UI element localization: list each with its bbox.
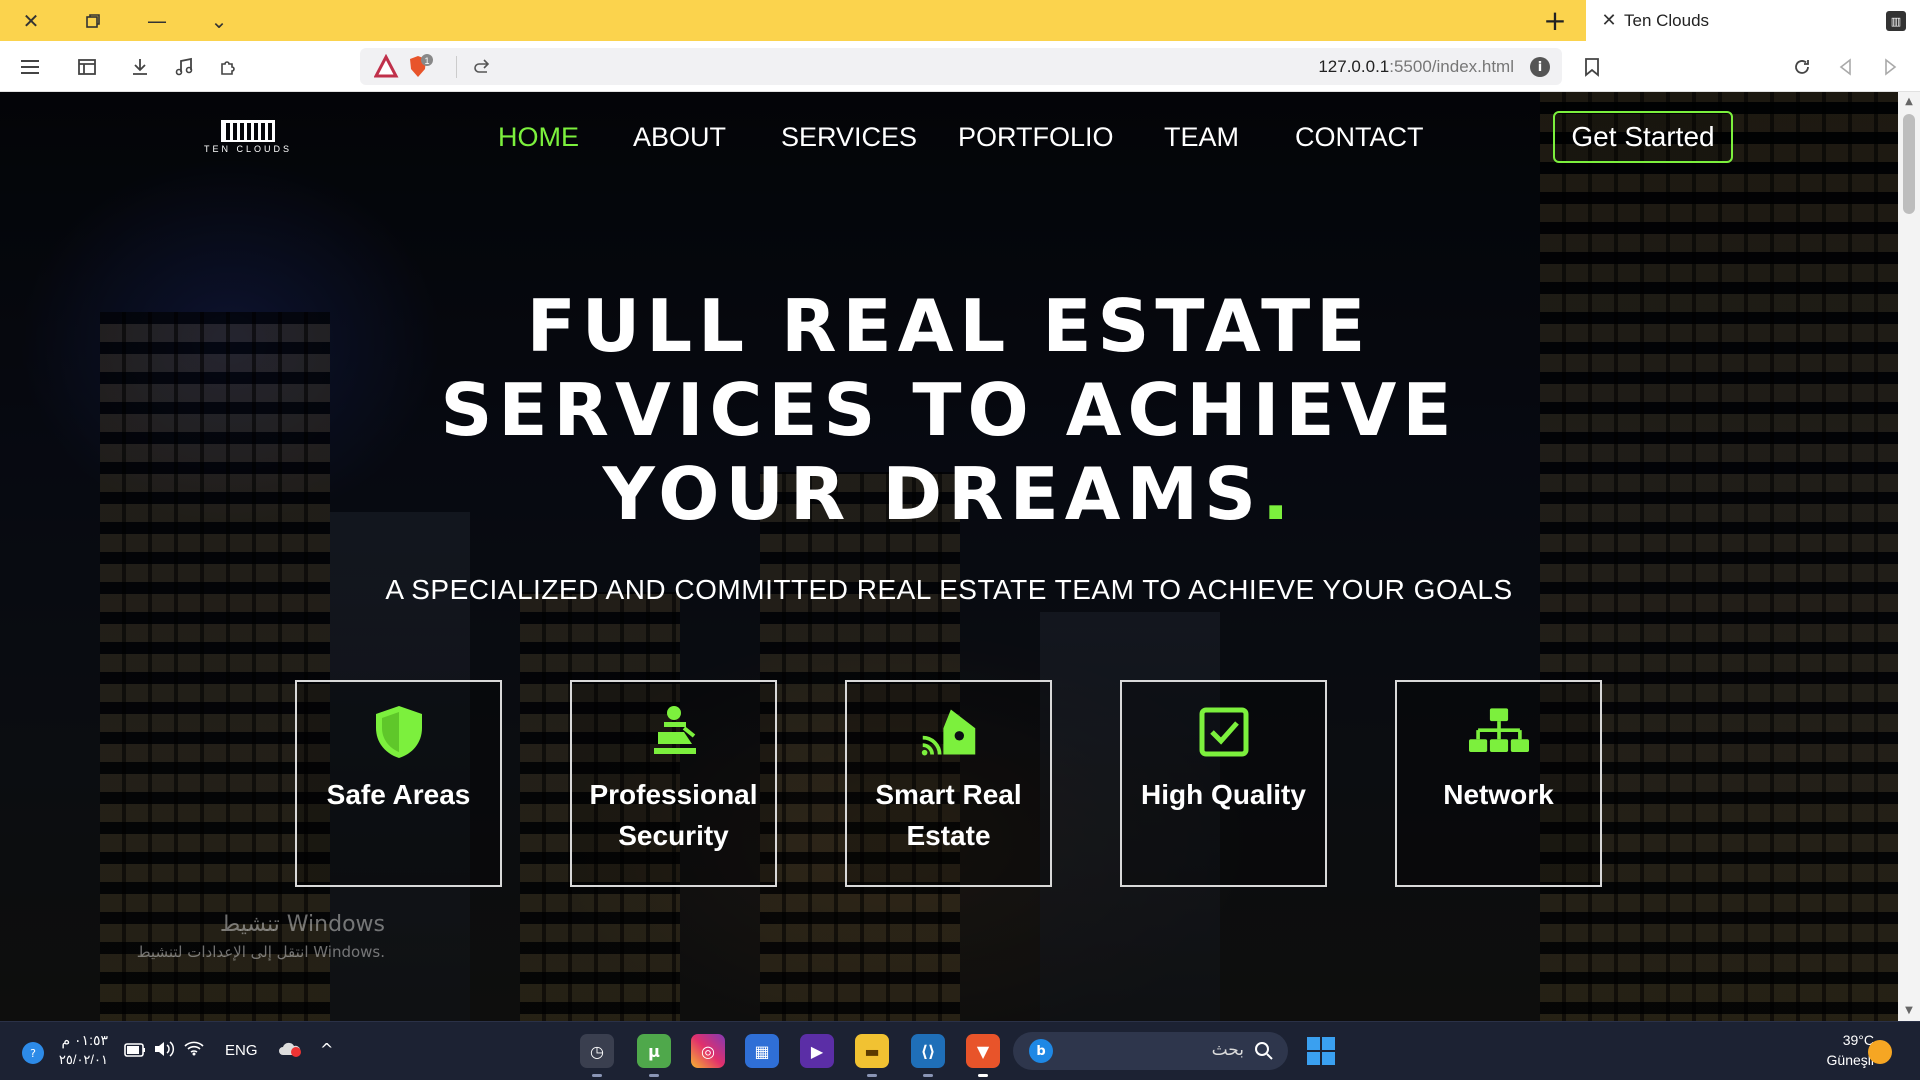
feature-card-professional-security[interactable]: Professional Security bbox=[570, 680, 777, 887]
restore-window-icon[interactable] bbox=[68, 0, 118, 41]
browser-toolbar: 1 127.0.0.1:5500/index.html i bbox=[0, 41, 1920, 92]
network-icon bbox=[1468, 704, 1529, 760]
feature-card-safe-areas[interactable]: Safe Areas bbox=[295, 680, 502, 887]
video-editor-icon[interactable]: ▶ bbox=[800, 1034, 834, 1068]
bookmark-icon[interactable] bbox=[1574, 49, 1610, 85]
scroll-up-icon[interactable]: ▲ bbox=[1903, 96, 1915, 108]
nav-portfolio[interactable]: PORTFOLIO bbox=[958, 122, 1114, 153]
wifi-icon[interactable] bbox=[184, 1040, 204, 1060]
clock-time[interactable]: ٠١:٥٣ م bbox=[54, 1032, 108, 1049]
nav-home[interactable]: HOME bbox=[498, 122, 579, 153]
volume-icon[interactable] bbox=[153, 1040, 175, 1062]
vscode-icon[interactable]: ⟨⟩ bbox=[911, 1034, 945, 1077]
hero-line-3: YOUR DREAMS bbox=[602, 452, 1262, 536]
scroll-thumb[interactable] bbox=[1903, 114, 1915, 214]
bing-icon: b bbox=[1029, 1039, 1053, 1063]
chevron-up-icon[interactable]: ^ bbox=[320, 1040, 333, 1059]
smart-home-icon bbox=[919, 704, 979, 760]
svg-text:1: 1 bbox=[424, 56, 429, 66]
browser-tab-strip: ✕ — ⌄ + ✕ Ten Clouds ▥ bbox=[0, 0, 1920, 41]
battery-icon[interactable] bbox=[124, 1042, 146, 1061]
download-icon[interactable] bbox=[122, 49, 158, 85]
windows-taskbar: ? ٠١:٥٣ م ٢٥/٠٢/٠١ ENG ^ ◷ µ ◎ ▦ ▶ ▬ ⟨⟩ … bbox=[0, 1021, 1920, 1080]
feature-label: High Quality bbox=[1141, 779, 1306, 810]
utorrent-icon[interactable]: µ bbox=[637, 1034, 671, 1077]
feature-label: Network bbox=[1443, 779, 1554, 810]
weather-temperature[interactable]: 39°C bbox=[1790, 1032, 1874, 1048]
shield-icon bbox=[369, 704, 429, 760]
watermark-line-2: انتقل إلى الإعدادات لتنشيط Windows. bbox=[136, 943, 385, 961]
url-path: :5500/index.html bbox=[1389, 57, 1514, 76]
windows-start-icon[interactable] bbox=[1306, 1036, 1336, 1070]
hero-title: FULL REAL ESTATE SERVICES TO ACHIEVE YOU… bbox=[0, 284, 1898, 536]
brave-browser-icon[interactable]: ▼ bbox=[966, 1034, 1000, 1077]
feature-label: Safe Areas bbox=[326, 779, 471, 810]
feature-card-smart-real-estate[interactable]: Smart Real Estate bbox=[845, 680, 1052, 887]
url-text: 127.0.0.1:5500/index.html bbox=[1318, 57, 1514, 77]
page-scrollbar[interactable]: ▲ ▼ bbox=[1898, 92, 1920, 1021]
running-indicator bbox=[649, 1074, 659, 1077]
music-icon[interactable] bbox=[166, 49, 202, 85]
nav-services[interactable]: SERVICES bbox=[781, 122, 917, 153]
running-indicator bbox=[592, 1074, 602, 1077]
search-placeholder: بحث bbox=[1211, 1040, 1244, 1060]
file-explorer-icon[interactable]: ▬ bbox=[855, 1034, 889, 1077]
forward-icon[interactable] bbox=[1872, 49, 1908, 85]
checkbox-icon bbox=[1194, 704, 1254, 760]
nav-contact[interactable]: CONTACT bbox=[1295, 122, 1424, 153]
onedrive-icon[interactable] bbox=[278, 1040, 302, 1062]
running-indicator bbox=[867, 1074, 877, 1077]
nav-team[interactable]: TEAM bbox=[1164, 122, 1239, 153]
plus-icon: + bbox=[1543, 4, 1567, 37]
feature-label: Smart Real Estate bbox=[875, 779, 1022, 851]
store-icon[interactable]: ▦ bbox=[745, 1034, 779, 1068]
info-icon[interactable]: i bbox=[1530, 57, 1550, 77]
hero-subtitle: A SPECIALIZED AND COMMITTED REAL ESTATE … bbox=[385, 574, 1513, 605]
feature-label: Professional Security bbox=[589, 779, 758, 851]
back-icon[interactable] bbox=[1828, 49, 1864, 85]
url-host: 127.0.0.1 bbox=[1318, 57, 1390, 76]
taskbar-search[interactable]: b بحث bbox=[1013, 1032, 1288, 1070]
running-indicator bbox=[923, 1074, 933, 1077]
menu-icon[interactable] bbox=[12, 49, 48, 85]
windows-activation-watermark: تنشيط Windows انتقل إلى الإعدادات لتنشيط… bbox=[95, 912, 385, 961]
sidebar-icon[interactable] bbox=[69, 49, 105, 85]
instagram-icon[interactable]: ◎ bbox=[691, 1034, 725, 1068]
hero-accent-dot: . bbox=[1262, 452, 1296, 536]
clock-date[interactable]: ٢٥/٠٢/٠١ bbox=[54, 1052, 108, 1068]
tab-title: Ten Clouds bbox=[1624, 10, 1710, 30]
hero-line-1: FULL REAL ESTATE bbox=[526, 284, 1372, 368]
feature-card-high-quality[interactable]: High Quality bbox=[1120, 680, 1327, 887]
close-tab-icon[interactable]: ✕ bbox=[1594, 10, 1624, 31]
extensions-icon[interactable] bbox=[210, 49, 246, 85]
clock-app-icon[interactable]: ◷ bbox=[580, 1034, 614, 1077]
security-guard-icon bbox=[644, 704, 704, 760]
close-window-icon[interactable]: ✕ bbox=[6, 0, 56, 41]
new-tab-button[interactable]: + bbox=[1532, 0, 1578, 41]
favicon-icon: ▥ bbox=[1886, 11, 1906, 31]
language-indicator[interactable]: ENG bbox=[225, 1042, 258, 1059]
search-icon bbox=[1254, 1041, 1274, 1065]
feature-card-network[interactable]: Network bbox=[1395, 680, 1602, 887]
scroll-down-icon[interactable]: ▼ bbox=[1903, 1005, 1915, 1017]
sun-icon[interactable] bbox=[1868, 1040, 1892, 1064]
minimize-window-icon[interactable]: — bbox=[132, 0, 182, 41]
page-viewport: TEN CLOUDS HOME ABOUT SERVICES PORTFOLIO… bbox=[0, 92, 1898, 1021]
watermark-line-1: تنشيط Windows bbox=[219, 912, 385, 937]
notification-icon[interactable]: ? bbox=[22, 1042, 44, 1064]
reader-icon[interactable] bbox=[472, 56, 492, 80]
chevron-down-icon[interactable]: ⌄ bbox=[194, 0, 244, 41]
hero-line-2: SERVICES TO ACHIEVE bbox=[440, 368, 1458, 452]
nav-about[interactable]: ABOUT bbox=[633, 122, 726, 153]
active-tab[interactable]: ✕ Ten Clouds ▥ bbox=[1586, 0, 1920, 41]
running-indicator bbox=[978, 1074, 988, 1077]
get-started-button[interactable]: Get Started bbox=[1553, 111, 1733, 163]
address-bar[interactable]: 1 127.0.0.1:5500/index.html i bbox=[360, 48, 1562, 85]
weather-description[interactable]: Güneşli bbox=[1790, 1052, 1874, 1068]
brave-icons: 1 bbox=[373, 53, 464, 84]
separator bbox=[456, 56, 457, 78]
reload-icon[interactable] bbox=[1784, 49, 1820, 85]
